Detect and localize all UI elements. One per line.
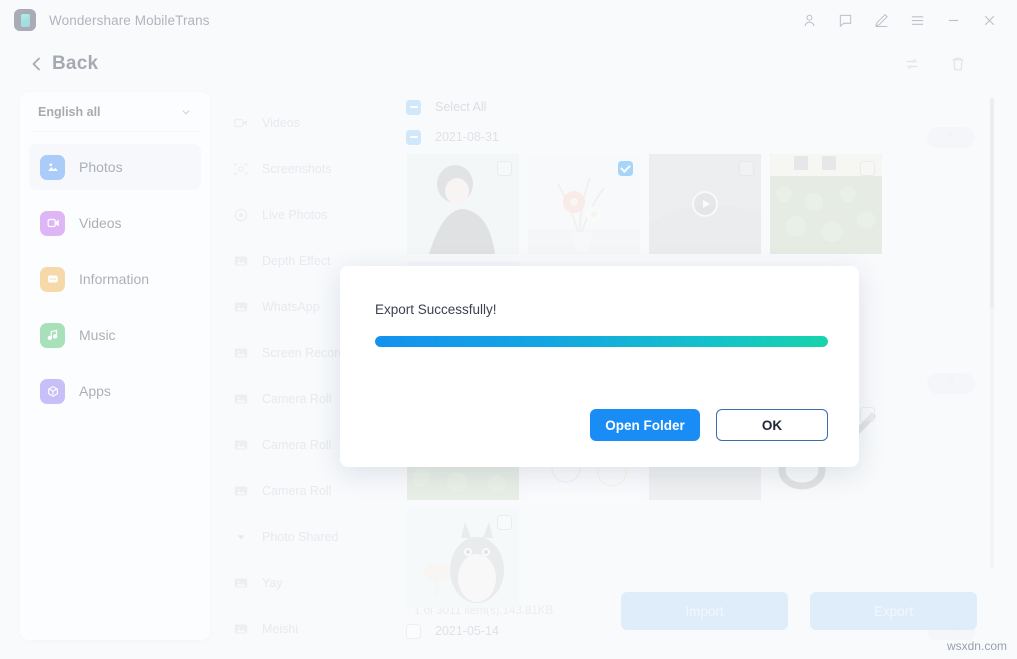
watermark: wsxdn.com xyxy=(947,639,1007,653)
dialog-actions: Open Folder OK xyxy=(590,409,828,441)
progress-bar-fill xyxy=(375,336,828,347)
progress-bar xyxy=(375,336,828,347)
ok-button[interactable]: OK xyxy=(716,409,828,441)
dialog-message: Export Successfully! xyxy=(375,302,827,317)
export-success-dialog: Export Successfully! Open Folder OK xyxy=(340,266,859,467)
application-window: Wondershare MobileTrans xyxy=(0,0,1017,659)
open-folder-button[interactable]: Open Folder xyxy=(590,409,700,441)
